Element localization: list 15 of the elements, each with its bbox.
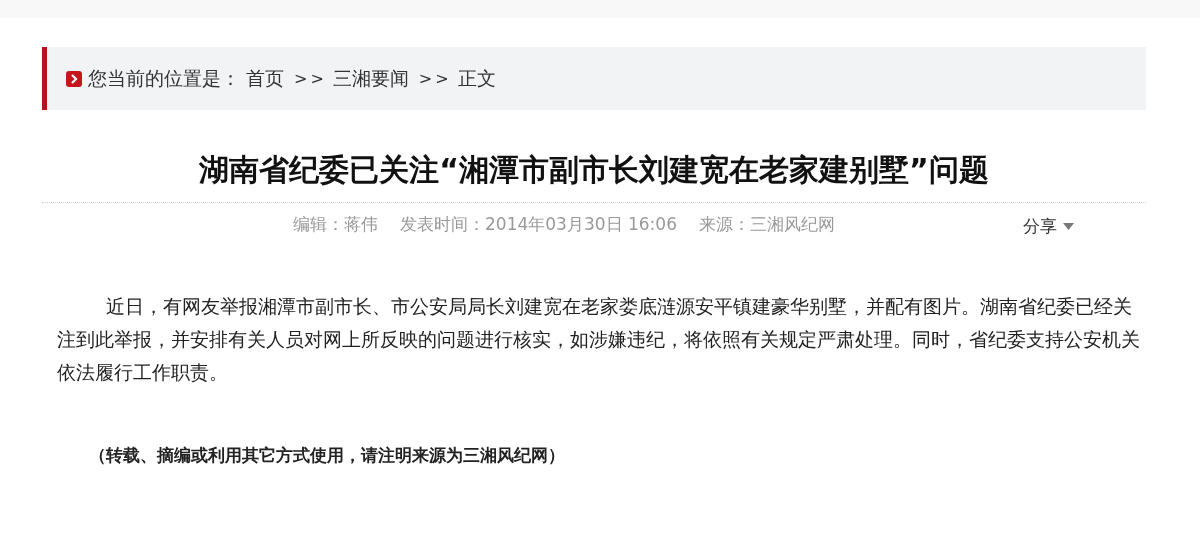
article-paragraph: 近日，有网友举报湘潭市副市长、市公安局局长刘建宽在老家娄底涟源安平镇建豪华别墅，并配有图片。湖南省纪委已经关注到此举报，并安排有关人员对网上所反映的问题进行核实，如涉嫌违纪，将依照有关规定严肃处理。同时，省纪委支持公安机关依法履行工作职责。	[57, 294, 1141, 385]
breadcrumb-link[interactable]: 首页	[246, 64, 284, 93]
breadcrumb-link[interactable]: 正文	[457, 64, 496, 93]
location-label: 您当前的位置是：	[88, 66, 240, 92]
chevron-icon	[66, 70, 82, 87]
breadcrumb-separator: >>	[418, 67, 452, 90]
breadcrumb-separator: >>	[294, 67, 327, 90]
meta-text: 来源：三湘风纪网	[698, 213, 835, 236]
meta-text: 发表时间：2014年03月30日 16:06	[400, 213, 677, 236]
article-title: 湖南省纪委已关注“湘潭市副市长刘建宽在老家建别墅”问题	[198, 151, 990, 189]
source-note: （转载、摘编或利用其它方式使用，请注明来源为三湘风纪网）	[89, 444, 566, 467]
caret-icon	[1063, 223, 1074, 231]
breadcrumb-link[interactable]: 三湘要闻	[332, 64, 409, 93]
meta-text: 编辑：蒋伟	[293, 213, 379, 236]
share-button[interactable]: 分享	[1023, 214, 1074, 240]
